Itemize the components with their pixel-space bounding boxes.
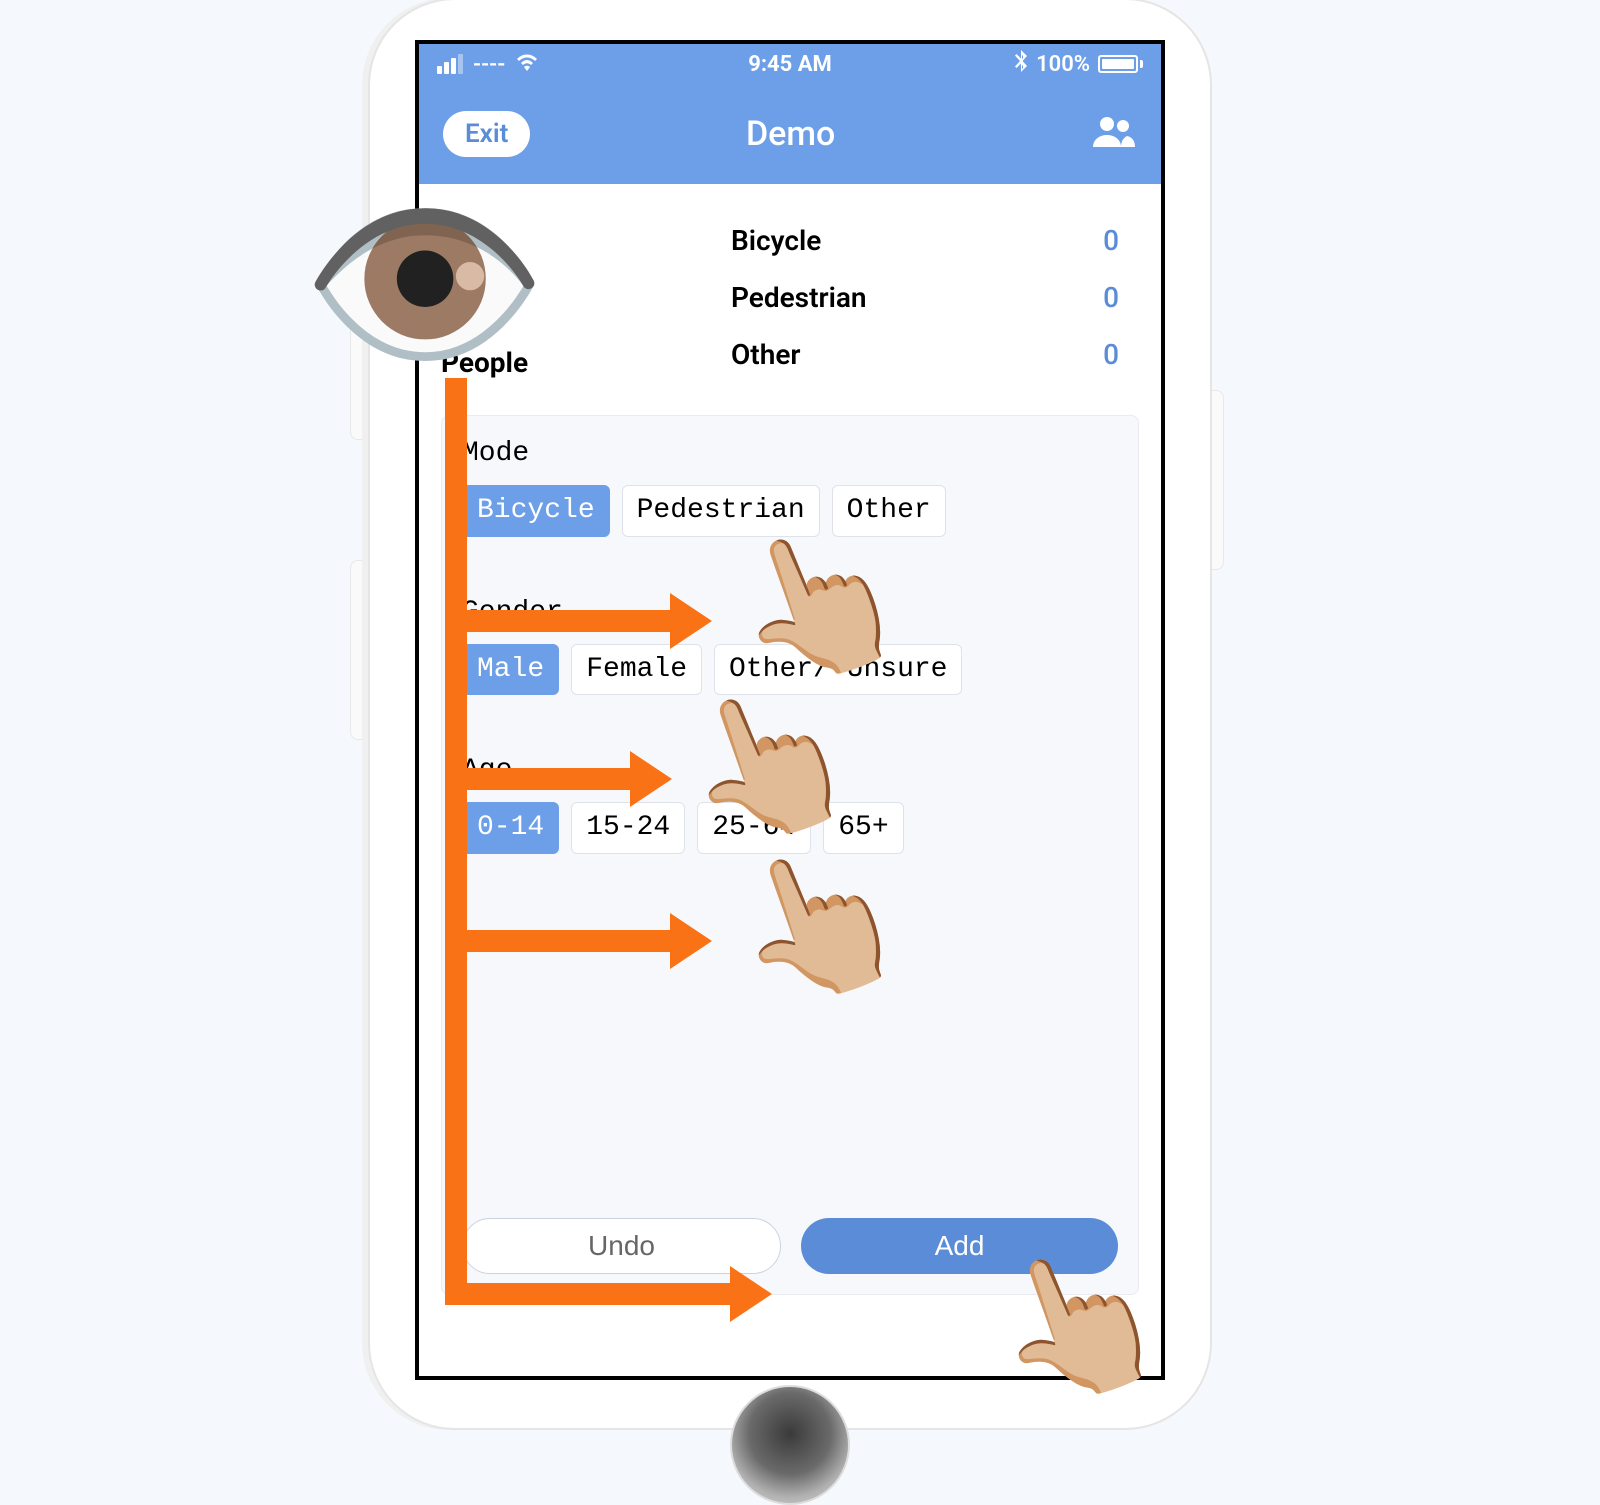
- app-header: Exit Demo: [419, 84, 1161, 184]
- count-value: 0: [1103, 338, 1119, 371]
- gender-other-chip[interactable]: Other/ Unsure: [714, 644, 962, 696]
- age-15-24-chip[interactable]: 15-24: [571, 802, 685, 854]
- age-label: Age: [462, 755, 1118, 786]
- people-heading: People: [441, 346, 528, 379]
- mode-bicycle-chip[interactable]: Bicycle: [462, 485, 610, 537]
- phone-side-button-2: [350, 560, 364, 740]
- count-row-bicycle: Bicycle 0: [731, 212, 1139, 269]
- age-65p-chip[interactable]: 65+: [823, 802, 903, 854]
- status-bar: ---- 9:45 AM 100%: [419, 44, 1161, 84]
- people-icon[interactable]: [1091, 115, 1137, 153]
- gender-male-chip[interactable]: Male: [462, 644, 559, 696]
- add-button[interactable]: Add: [801, 1218, 1118, 1274]
- age-0-14-chip[interactable]: 0-14: [462, 802, 559, 854]
- gender-female-chip[interactable]: Female: [571, 644, 702, 696]
- wifi-icon: [515, 52, 539, 77]
- mode-label: Mode: [462, 438, 1118, 469]
- counts-section: People Bicycle 0 Pedestrian 0 Other 0: [441, 212, 1139, 383]
- signal-icon: [437, 54, 463, 74]
- count-label: Pedestrian: [731, 281, 867, 314]
- count-row-pedestrian: Pedestrian 0: [731, 269, 1139, 326]
- selection-panel: Mode Bicycle Pedestrian Other Gender Mal…: [441, 415, 1139, 1295]
- status-time: 9:45 AM: [748, 52, 832, 77]
- gender-group: Gender Male Female Other/ Unsure: [462, 597, 1118, 696]
- phone-home-button: [730, 1385, 850, 1505]
- age-25-64-chip[interactable]: 25-64: [697, 802, 811, 854]
- age-group: Age 0-14 15-24 25-64 65+: [462, 755, 1118, 854]
- count-label: Bicycle: [731, 224, 821, 257]
- page-title: Demo: [490, 114, 1091, 154]
- gender-label: Gender: [462, 597, 1118, 628]
- battery-icon: [1098, 55, 1143, 73]
- phone-side-button-right: [1210, 390, 1224, 570]
- undo-button[interactable]: Undo: [462, 1218, 781, 1274]
- mode-pedestrian-chip[interactable]: Pedestrian: [622, 485, 820, 537]
- mode-group: Mode Bicycle Pedestrian Other: [462, 438, 1118, 537]
- phone-screen: ---- 9:45 AM 100% Exit Demo People: [415, 40, 1165, 1380]
- count-value: 0: [1103, 281, 1119, 314]
- phone-side-button-1: [350, 320, 364, 440]
- count-label: Other: [731, 338, 800, 371]
- count-value: 0: [1103, 224, 1119, 257]
- content-area: People Bicycle 0 Pedestrian 0 Other 0: [419, 184, 1161, 1295]
- action-bar: Undo Add: [462, 1218, 1118, 1274]
- count-row-other: Other 0: [731, 326, 1139, 383]
- battery-pct: 100%: [1036, 52, 1090, 77]
- bluetooth-icon: [1014, 50, 1028, 78]
- mode-other-chip[interactable]: Other: [832, 485, 946, 537]
- carrier-text: ----: [473, 52, 505, 77]
